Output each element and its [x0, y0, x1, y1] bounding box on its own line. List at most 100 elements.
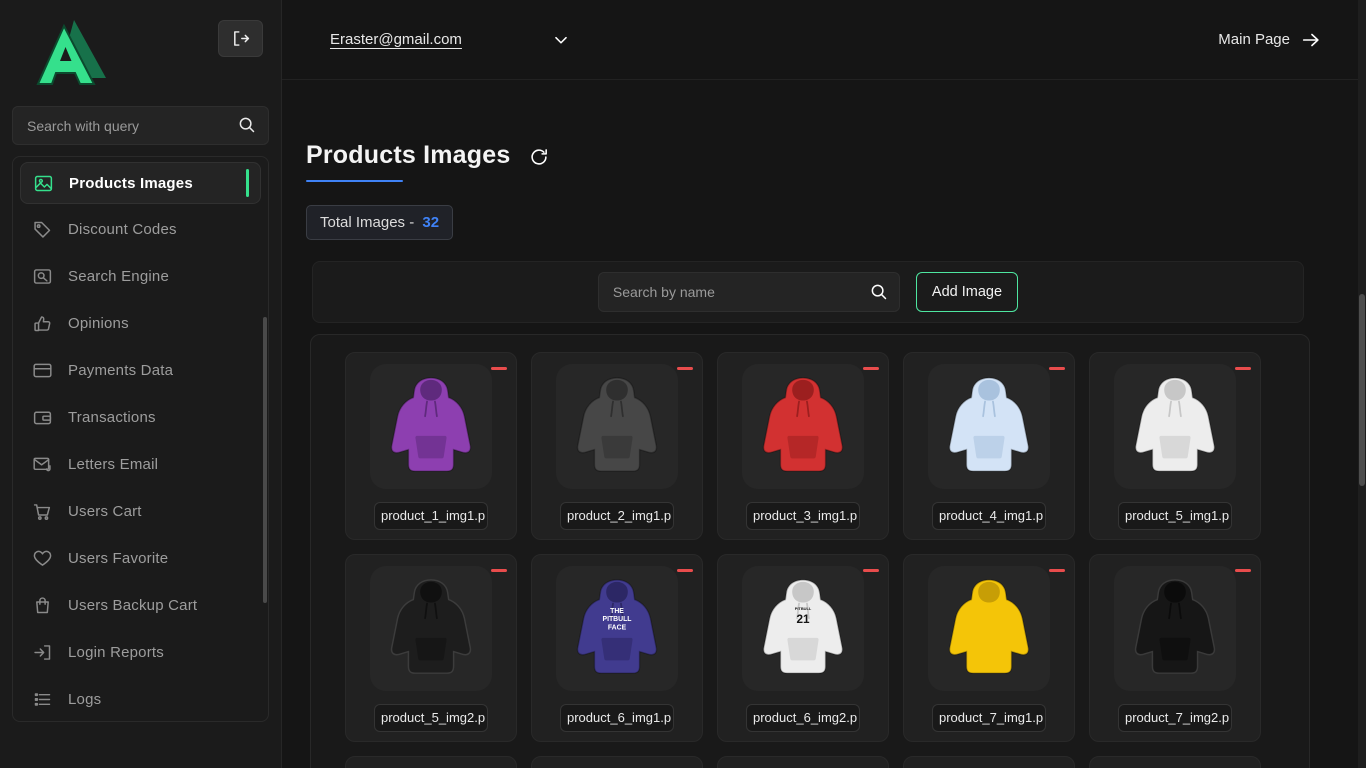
sidebar-item-login-reports[interactable]: Login Reports [13, 629, 268, 676]
product-image-card: PITBULL21 product_6_img2.p [717, 554, 889, 742]
product-image-card [1089, 756, 1261, 768]
sidebar-item-discount-codes[interactable]: Discount Codes [13, 206, 268, 253]
toolbar: Add Image [312, 261, 1304, 323]
remove-image-button[interactable] [1049, 569, 1065, 572]
product-image-card [345, 756, 517, 768]
main-area: Eraster@gmail.com Main Page Products Ima… [282, 0, 1366, 768]
product-image-card [903, 756, 1075, 768]
svg-text:PITBULL: PITBULL [603, 616, 632, 623]
sidebar-search [12, 106, 269, 145]
page-title: Products Images [306, 141, 510, 170]
account-email-link[interactable]: Eraster@gmail.com [330, 31, 462, 48]
logout-icon [230, 28, 251, 49]
chevron-down-icon[interactable] [550, 29, 572, 51]
search-icon [868, 281, 889, 302]
remove-image-button[interactable] [1235, 569, 1251, 572]
page-scrollbar-thumb[interactable] [1359, 294, 1365, 486]
images-grid: product_1_img1.p product_2_img1.p produc… [345, 352, 1309, 768]
image-name-field[interactable]: product_6_img1.p [560, 704, 674, 732]
remove-image-button[interactable] [863, 569, 879, 572]
image-name-field[interactable]: product_2_img1.p [560, 502, 674, 530]
total-images-badge: Total Images - 32 [306, 205, 453, 240]
sidebar-item-label: Payments Data [68, 362, 173, 379]
name-search-input[interactable] [598, 272, 900, 312]
image-name-field[interactable]: product_3_img1.p [746, 502, 860, 530]
main-page-link[interactable]: Main Page [1218, 29, 1322, 51]
product-image-card [531, 756, 703, 768]
sidebar-search-input[interactable] [12, 106, 269, 145]
svg-text:PITBULL: PITBULL [795, 605, 812, 610]
product-image-card [717, 756, 889, 768]
image-name-field[interactable]: product_1_img1.p [374, 502, 488, 530]
image-name-field[interactable]: product_5_img2.p [374, 704, 488, 732]
remove-image-button[interactable] [491, 569, 507, 572]
image-name-field[interactable]: product_7_img1.p [932, 704, 1046, 732]
svg-text:FACE: FACE [608, 624, 627, 631]
total-images-label: Total Images - [320, 214, 414, 231]
remove-image-button[interactable] [863, 367, 879, 370]
product-image-card: product_3_img1.p [717, 352, 889, 540]
product-image-card: product_5_img2.p [345, 554, 517, 742]
product-image [742, 364, 864, 489]
remove-image-button[interactable] [1235, 367, 1251, 370]
name-search [598, 272, 900, 312]
product-image [1114, 364, 1236, 489]
topbar: Eraster@gmail.com Main Page [282, 0, 1366, 80]
product-image [556, 364, 678, 489]
title-underline [306, 180, 403, 182]
add-image-button[interactable]: Add Image [916, 272, 1018, 312]
remove-image-button[interactable] [1049, 367, 1065, 370]
remove-image-button[interactable] [491, 367, 507, 370]
logout-button[interactable] [218, 20, 263, 57]
image-name-field[interactable]: product_4_img1.p [932, 502, 1046, 530]
product-image [1114, 566, 1236, 691]
login-icon [32, 642, 53, 663]
sidebar-item-transactions[interactable]: Transactions [13, 394, 268, 441]
product-image-card: product_2_img1.p [531, 352, 703, 540]
mail-icon [32, 454, 53, 475]
sidebar-item-label: Search Engine [68, 268, 169, 285]
sidebar-scrollbar-thumb[interactable] [263, 317, 267, 603]
product-image: PITBULL21 [742, 566, 864, 691]
sidebar-item-label: Opinions [68, 315, 129, 332]
thumbs-up-icon [32, 313, 53, 334]
sidebar-item-opinions[interactable]: Opinions [13, 300, 268, 347]
wallet-icon [32, 407, 53, 428]
tag-icon [32, 219, 53, 240]
image-name-field[interactable]: product_7_img2.p [1118, 704, 1232, 732]
sidebar-item-label: Logs [68, 691, 101, 708]
refresh-button[interactable] [528, 146, 550, 168]
product-image-card: product_4_img1.p [903, 352, 1075, 540]
sidebar-item-letters-email[interactable]: Letters Email [13, 441, 268, 488]
image-name-field[interactable]: product_5_img1.p [1118, 502, 1232, 530]
sidebar-item-users-favorite[interactable]: Users Favorite [13, 535, 268, 582]
account-menu: Eraster@gmail.com [330, 29, 572, 51]
sidebar-item-users-backup-cart[interactable]: Users Backup Cart [13, 582, 268, 629]
remove-image-button[interactable] [677, 367, 693, 370]
app-logo [30, 14, 110, 98]
sidebar-item-logs[interactable]: Logs [13, 676, 268, 722]
product-image-card: THEPITBULLFACE product_6_img1.p [531, 554, 703, 742]
page-scrollbar [1358, 0, 1366, 768]
product-image [370, 364, 492, 489]
product-image [928, 364, 1050, 489]
sidebar-item-label: Transactions [68, 409, 156, 426]
product-image [370, 566, 492, 691]
sidebar-item-label: Letters Email [68, 456, 158, 473]
image-name-field[interactable]: product_6_img2.p [746, 704, 860, 732]
sidebar-item-users-cart[interactable]: Users Cart [13, 488, 268, 535]
product-image [928, 566, 1050, 691]
sidebar-item-search-engine[interactable]: Search Engine [13, 253, 268, 300]
sidebar-item-payments-data[interactable]: Payments Data [13, 347, 268, 394]
search-icon [236, 114, 257, 135]
arrow-right-icon [1300, 29, 1322, 51]
sidebar-item-label: Products Images [69, 175, 193, 192]
sidebar-item-label: Discount Codes [68, 221, 177, 238]
active-indicator [246, 169, 249, 197]
sidebar-header [0, 0, 281, 100]
images-panel: product_1_img1.p product_2_img1.p produc… [310, 334, 1310, 768]
sidebar-item-products-images[interactable]: Products Images [20, 162, 261, 204]
product-image-card: product_1_img1.p [345, 352, 517, 540]
sidebar-item-label: Users Backup Cart [68, 597, 197, 614]
remove-image-button[interactable] [677, 569, 693, 572]
